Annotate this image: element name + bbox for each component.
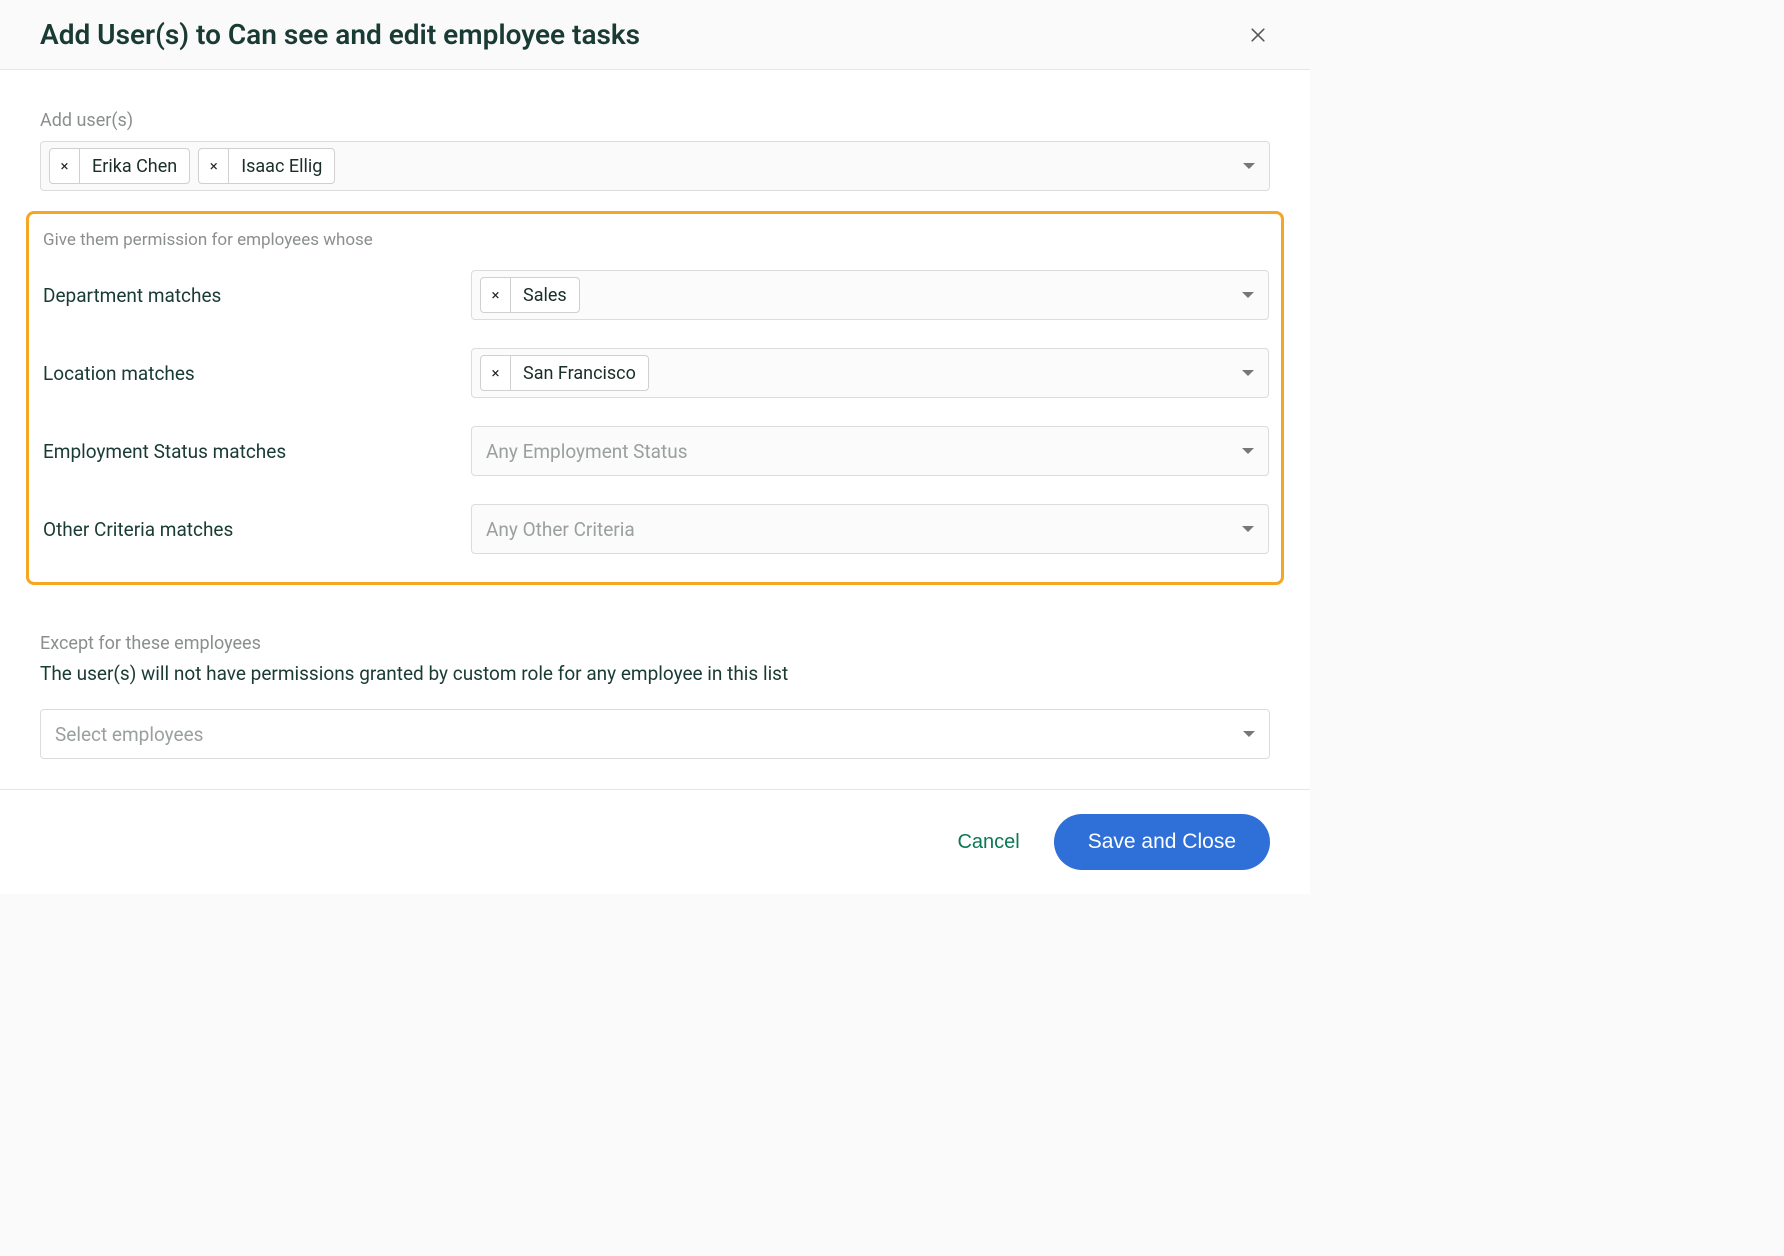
- add-users-label: Add user(s): [40, 110, 1270, 131]
- department-select[interactable]: × Sales: [471, 270, 1269, 320]
- criteria-chip: × Sales: [480, 277, 580, 313]
- modal-footer: Cancel Save and Close: [0, 789, 1310, 894]
- user-chip: × Isaac Ellig: [198, 148, 335, 184]
- criteria-label: Other Criteria matches: [41, 518, 471, 541]
- chip-label: Sales: [511, 278, 579, 312]
- chevron-down-icon: [1242, 370, 1254, 376]
- criteria-label: Department matches: [41, 284, 471, 307]
- employment-status-select[interactable]: Any Employment Status: [471, 426, 1269, 476]
- criteria-row-other-criteria: Other Criteria matches Any Other Criteri…: [41, 504, 1269, 554]
- chevron-down-icon: [1242, 526, 1254, 532]
- close-button[interactable]: [1246, 23, 1270, 47]
- remove-chip-button[interactable]: ×: [199, 149, 229, 183]
- chip-label: Isaac Ellig: [229, 149, 334, 183]
- permission-criteria-box: Give them permission for employees whose…: [26, 211, 1284, 585]
- location-select[interactable]: × San Francisco: [471, 348, 1269, 398]
- criteria-label: Employment Status matches: [41, 440, 471, 463]
- cancel-button[interactable]: Cancel: [951, 830, 1025, 855]
- remove-chip-button[interactable]: ×: [50, 149, 80, 183]
- criteria-label: Location matches: [41, 362, 471, 385]
- criteria-row-employment-status: Employment Status matches Any Employment…: [41, 426, 1269, 476]
- modal-title: Add User(s) to Can see and edit employee…: [40, 18, 640, 51]
- chevron-down-icon: [1243, 163, 1255, 169]
- except-description: The user(s) will not have permissions gr…: [40, 662, 1270, 685]
- chip-label: Erika Chen: [80, 149, 189, 183]
- modal-body: Add user(s) × Erika Chen × Isaac Ellig G…: [0, 70, 1310, 789]
- add-users-select[interactable]: × Erika Chen × Isaac Ellig: [40, 141, 1270, 191]
- select-placeholder: Select employees: [55, 723, 203, 746]
- save-and-close-button[interactable]: Save and Close: [1054, 814, 1270, 870]
- except-label: Except for these employees: [40, 633, 1270, 654]
- select-placeholder: Any Employment Status: [480, 440, 688, 463]
- chevron-down-icon: [1242, 292, 1254, 298]
- criteria-row-location: Location matches × San Francisco: [41, 348, 1269, 398]
- close-icon: [1248, 25, 1268, 45]
- criteria-chip: × San Francisco: [480, 355, 649, 391]
- except-block: Except for these employees The user(s) w…: [40, 633, 1270, 759]
- except-employees-select[interactable]: Select employees: [40, 709, 1270, 759]
- remove-chip-button[interactable]: ×: [481, 278, 511, 312]
- permission-section-label: Give them permission for employees whose: [41, 230, 1269, 250]
- chevron-down-icon: [1243, 731, 1255, 737]
- select-placeholder: Any Other Criteria: [480, 518, 635, 541]
- other-criteria-select[interactable]: Any Other Criteria: [471, 504, 1269, 554]
- chevron-down-icon: [1242, 448, 1254, 454]
- remove-chip-button[interactable]: ×: [481, 356, 511, 390]
- modal-add-users: Add User(s) to Can see and edit employee…: [0, 0, 1310, 894]
- criteria-row-department: Department matches × Sales: [41, 270, 1269, 320]
- modal-header: Add User(s) to Can see and edit employee…: [0, 0, 1310, 70]
- user-chip: × Erika Chen: [49, 148, 190, 184]
- chip-label: San Francisco: [511, 356, 648, 390]
